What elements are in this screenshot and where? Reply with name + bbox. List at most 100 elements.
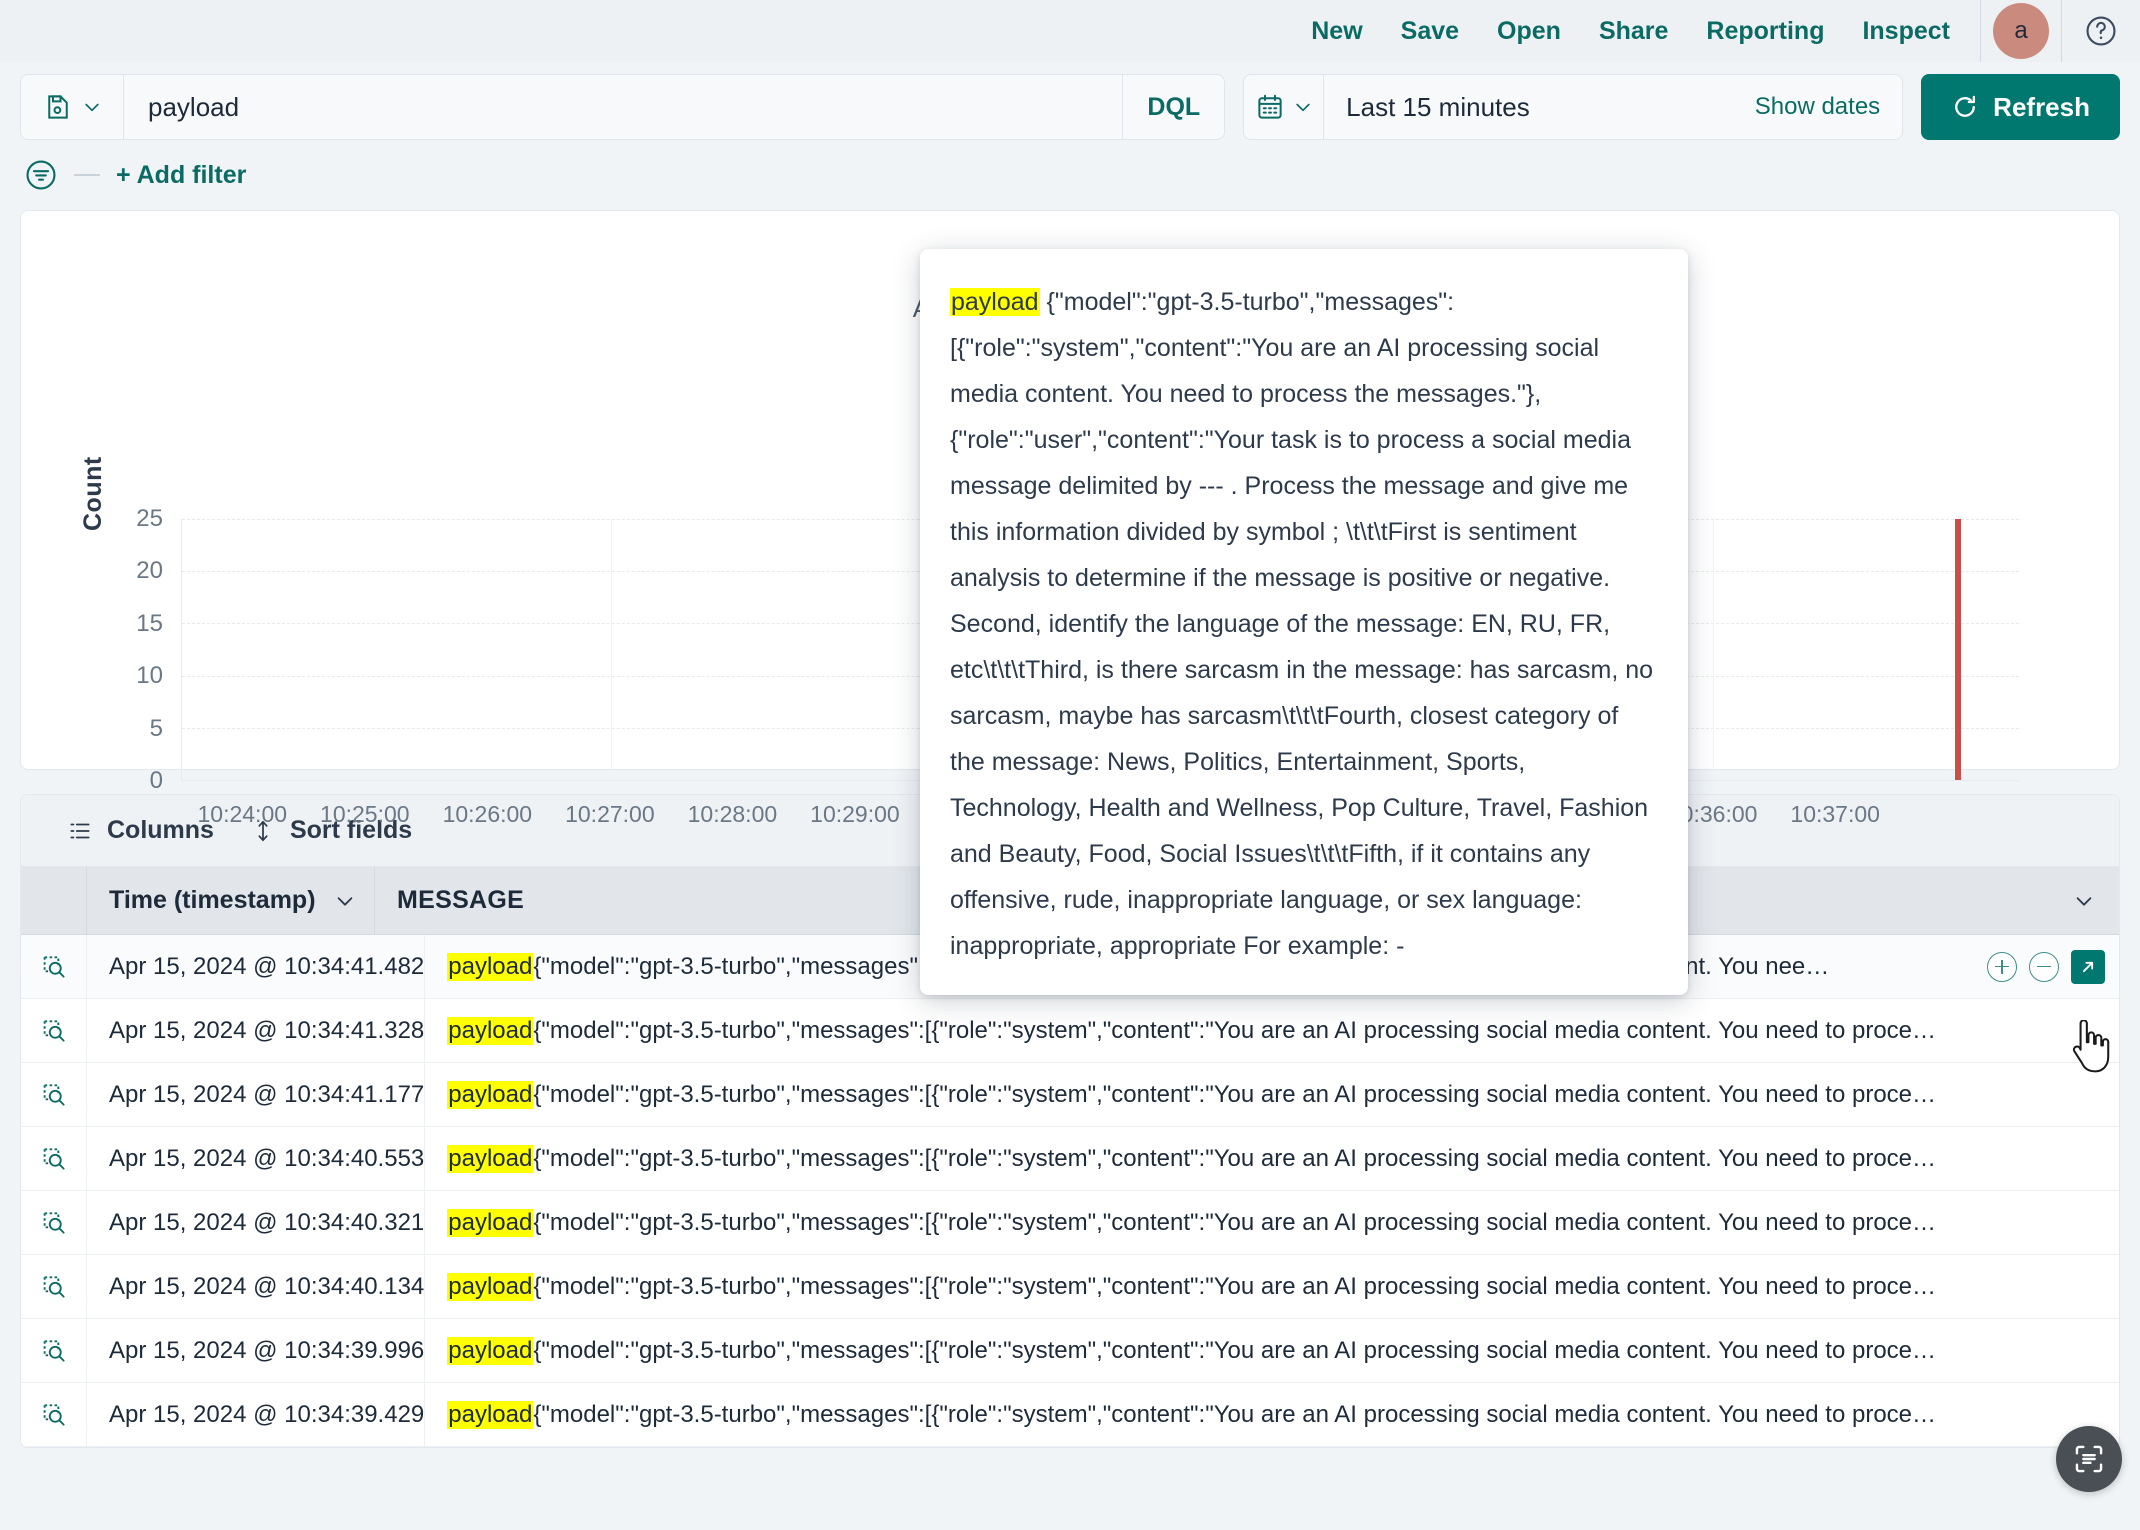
table-header-spacer — [21, 867, 87, 934]
refresh-button[interactable]: Refresh — [1921, 74, 2120, 140]
help-circle-icon — [2084, 14, 2118, 48]
x-axis-tick: 10:27:00 — [565, 801, 655, 828]
y-axis-label: Count — [79, 456, 108, 531]
inspect-document-icon — [39, 1336, 69, 1366]
nav-share[interactable]: Share — [1599, 17, 1668, 46]
query-language-button[interactable]: DQL — [1122, 75, 1224, 139]
save-disk-icon — [43, 92, 73, 122]
filter-out-value-button[interactable] — [2029, 952, 2059, 982]
search-term-highlight: payload — [447, 1401, 533, 1429]
show-dates-button[interactable]: Show dates — [1733, 75, 1902, 139]
cell-time: Apr 15, 2024 @ 10:34:39.996 — [87, 1319, 425, 1382]
cell-message-text: {"model":"gpt-3.5-turbo","messages":[{"r… — [533, 1337, 1936, 1365]
table-row[interactable]: Apr 15, 2024 @ 10:34:39.996payload {"mod… — [21, 1319, 2119, 1383]
expand-row-button[interactable] — [2071, 950, 2105, 984]
expand-document-button[interactable] — [21, 1255, 87, 1318]
nav-new[interactable]: New — [1311, 17, 1362, 46]
search-term-highlight: payload — [447, 1145, 533, 1173]
x-axis-tick: 10:26:00 — [443, 801, 533, 828]
chart-bar[interactable] — [1955, 519, 1961, 780]
saved-query-button[interactable] — [21, 75, 124, 139]
table-row[interactable]: Apr 15, 2024 @ 10:34:41.177 payload {"mod… — [21, 1063, 2119, 1127]
date-quick-select-button[interactable] — [1244, 75, 1324, 139]
column-header-time[interactable]: Time (timestamp) — [87, 867, 375, 934]
add-filter-button[interactable]: + Add filter — [116, 161, 246, 190]
chevron-down-icon — [1293, 97, 1313, 117]
top-navigation-bar: New Save Open Share Reporting Inspect a — [0, 0, 2140, 62]
cell-message-text: {"model":"gpt-3.5-turbo","messages":[{"r… — [533, 1081, 1936, 1109]
table-row[interactable]: Apr 15, 2024 @ 10:34:40.553payload {"mod… — [21, 1127, 2119, 1191]
query-bar: DQL Last 15 minutes Show dates Refresh — [0, 62, 2140, 150]
x-axis-tick: 10:25:00 — [320, 801, 410, 828]
date-picker-group: Last 15 minutes Show dates — [1243, 74, 1903, 140]
inspect-document-icon — [39, 1272, 69, 1302]
cell-time: Apr 15, 2024 @ 10:34:41.177 — [87, 1063, 425, 1126]
nav-inspect[interactable]: Inspect — [1862, 17, 1950, 46]
x-axis-tick: 10:29:00 — [810, 801, 900, 828]
chevron-down-icon — [2073, 890, 2095, 912]
y-axis-tick: 5 — [150, 715, 163, 743]
avatar[interactable]: a — [1993, 3, 2049, 59]
cell-message-text: {"model":"gpt-3.5-turbo","messages":[{"r… — [533, 1401, 1936, 1429]
table-row[interactable]: Apr 15, 2024 @ 10:34:39.429 payload {"mod… — [21, 1383, 2119, 1447]
search-term-highlight: payload — [447, 953, 533, 981]
cell-time: Apr 15, 2024 @ 10:34:40.553 — [87, 1127, 425, 1190]
table-row[interactable]: Apr 15, 2024 @ 10:34:40.134payload {"mod… — [21, 1255, 2119, 1319]
expand-document-button[interactable] — [21, 1383, 87, 1446]
cell-message: payload {"model":"gpt-3.5-turbo","messag… — [425, 1191, 2119, 1254]
expand-document-button[interactable] — [21, 935, 87, 998]
table-body: Apr 15, 2024 @ 10:34:41.482payload {"mod… — [21, 935, 2119, 1447]
inspect-document-icon — [39, 1016, 69, 1046]
calendar-icon — [1255, 92, 1285, 122]
cell-time: Apr 15, 2024 @ 10:34:39.429 — [87, 1383, 425, 1446]
expand-document-button[interactable] — [21, 1319, 87, 1382]
nav-reporting[interactable]: Reporting — [1706, 17, 1824, 46]
search-term-highlight: payload — [447, 1273, 533, 1301]
y-axis-ticks: 0510152025 — [117, 519, 163, 781]
refresh-icon — [1951, 93, 1979, 121]
scan-document-icon — [2072, 1442, 2106, 1476]
cell-message-text: {"model":"gpt-3.5-turbo","messages":[{"r… — [533, 1273, 1936, 1301]
column-header-time-label: Time (timestamp) — [109, 886, 316, 915]
tooltip-highlight-term: payload — [950, 288, 1040, 316]
table-row[interactable]: Apr 15, 2024 @ 10:34:41.328payload {"mod… — [21, 999, 2119, 1063]
refresh-label: Refresh — [1993, 92, 2090, 123]
inspect-document-icon — [39, 952, 69, 982]
message-tooltip-popover: payload {"model":"gpt-3.5-turbo","messag… — [920, 249, 1688, 995]
cell-time: Apr 15, 2024 @ 10:34:40.134 — [87, 1255, 425, 1318]
filter-options-button[interactable] — [24, 158, 58, 192]
date-range-label[interactable]: Last 15 minutes — [1324, 75, 1733, 139]
y-axis-tick: 15 — [136, 610, 163, 638]
cell-message: payload {"model":"gpt-3.5-turbo","messag… — [425, 1127, 2119, 1190]
cell-time: Apr 15, 2024 @ 10:34:41.328 — [87, 999, 425, 1062]
inspect-document-fab[interactable] — [2056, 1426, 2122, 1492]
cell-message: payload {"model":"gpt-3.5-turbo","messag… — [425, 1255, 2119, 1318]
inspect-document-icon — [39, 1400, 69, 1430]
search-term-highlight: payload — [447, 1081, 533, 1109]
nav-open[interactable]: Open — [1497, 17, 1561, 46]
table-row[interactable]: Apr 15, 2024 @ 10:34:40.321payload {"mod… — [21, 1191, 2119, 1255]
expand-document-button[interactable] — [21, 1127, 87, 1190]
expand-document-button[interactable] — [21, 1063, 87, 1126]
x-axis-tick: 10:28:00 — [688, 801, 778, 828]
x-axis-tick: 10:37:00 — [1790, 801, 1880, 828]
filter-icon — [24, 158, 58, 192]
top-nav-links: New Save Open Share Reporting Inspect — [1311, 17, 1980, 46]
arrow-expand-icon — [2078, 957, 2098, 977]
expand-document-button[interactable] — [21, 999, 87, 1062]
x-axis-tick: 10:24:00 — [198, 801, 288, 828]
cell-message: payload {"model":"gpt-3.5-turbo","messag… — [425, 999, 2119, 1062]
cell-message-text: {"model":"gpt-3.5-turbo","messages":[{"r… — [533, 1017, 1936, 1045]
columns-list-icon — [67, 818, 93, 844]
nav-save[interactable]: Save — [1401, 17, 1459, 46]
chevron-down-icon — [334, 890, 356, 912]
filter-divider — [74, 174, 100, 176]
vertical-gridline — [611, 519, 612, 780]
expand-document-button[interactable] — [21, 1191, 87, 1254]
help-button[interactable] — [2062, 0, 2140, 62]
filter-for-value-button[interactable] — [1987, 952, 2017, 982]
y-axis-tick: 10 — [136, 662, 163, 690]
column-header-message-label: MESSAGE — [397, 886, 524, 915]
cell-time: Apr 15, 2024 @ 10:34:40.321 — [87, 1191, 425, 1254]
search-input[interactable] — [124, 75, 1122, 139]
